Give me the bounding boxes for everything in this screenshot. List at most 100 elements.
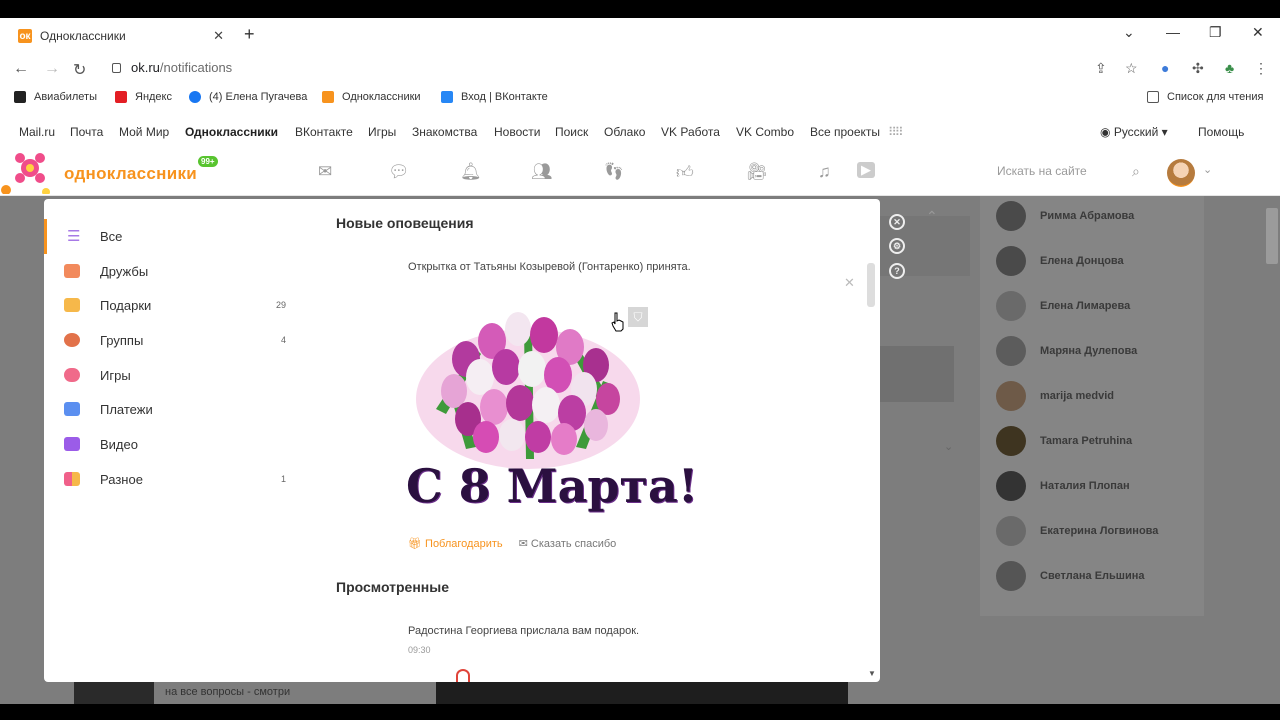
bookmarks-bar: Авиабилеты Яндекс (4) Елена Пугачева Одн… <box>0 88 1280 110</box>
portal-link[interactable]: VK Combo <box>736 125 794 139</box>
bookmark-label: Вход | ВКонтакте <box>461 91 548 103</box>
help-link[interactable]: Помощь <box>1198 125 1244 139</box>
tab-search-icon[interactable]: ⌄ <box>1123 24 1135 41</box>
thank-button[interactable]: 🎁︎ Поблагодарить <box>408 537 503 550</box>
bookmark-item[interactable]: (4) Елена Пугачева <box>189 91 307 103</box>
video-icon[interactable]: 🎥︎ <box>746 162 768 182</box>
bookmark-star-icon[interactable]: ☆ <box>1125 60 1138 77</box>
browser-tab[interactable]: ок Одноклассники ✕ <box>8 22 234 50</box>
menu-item-misc[interactable]: Разное 1 <box>44 462 304 497</box>
portal-link[interactable]: Знакомства <box>412 125 477 139</box>
say-thanks-button[interactable]: ✉ Сказать спасибо <box>519 537 617 550</box>
menu-item-all[interactable]: ☰ Все <box>44 219 304 254</box>
bookmark-item[interactable]: Авиабилеты <box>14 91 97 103</box>
facebook-icon <box>189 91 201 103</box>
events-like-icon[interactable]: 👍︎ <box>676 162 694 183</box>
friend-item[interactable]: Елена Лимарева <box>996 291 1130 321</box>
say-thanks-label: Сказать спасибо <box>530 538 617 550</box>
chevron-up-icon[interactable]: ⌃ <box>926 208 938 225</box>
address-bar: ← → ↻ ok.ru/notifications ⇪ ☆ ● ✣ ♣ ⋮ <box>0 52 1280 84</box>
wallet-icon <box>64 402 80 417</box>
friends-icon[interactable]: 👥︎ <box>531 162 553 182</box>
portal-link[interactable]: Все проекты <box>810 125 880 139</box>
menu-item-label: Видео <box>100 436 138 452</box>
portal-link[interactable]: Одноклассники <box>185 125 278 139</box>
language-label: Русский <box>1113 125 1159 139</box>
avatar <box>996 336 1026 366</box>
url-field[interactable]: ok.ru/notifications <box>112 60 232 75</box>
friend-item[interactable]: Екатерина Логвинова <box>996 516 1158 546</box>
reload-icon[interactable]: ↻ <box>73 60 86 80</box>
bookmark-item[interactable]: Вход | ВКонтакте <box>441 91 548 103</box>
browser-menu-icon[interactable]: ⋮ <box>1254 60 1268 77</box>
guests-icon[interactable]: 👣︎ <box>603 162 625 182</box>
share-icon[interactable]: ⇪ <box>1095 60 1107 77</box>
grid-icon <box>64 471 80 486</box>
bookmark-item[interactable]: Яндекс <box>115 91 172 103</box>
close-icon[interactable]: ✕ <box>889 214 905 230</box>
close-window-button[interactable]: ✕ <box>1252 24 1264 41</box>
friend-item[interactable]: Наталия Плопан <box>996 471 1130 501</box>
scroll-down-arrow-icon[interactable]: ▼ <box>868 669 876 678</box>
extensions-puzzle-icon[interactable]: ✣ <box>1192 60 1204 77</box>
profile-extension-icon[interactable]: ♣ <box>1225 60 1234 76</box>
back-icon[interactable]: ← <box>13 60 29 78</box>
new-tab-button[interactable]: + <box>244 24 255 45</box>
portal-link[interactable]: Облако <box>604 125 645 139</box>
language-select[interactable]: ◉ Русский ▾ <box>1100 125 1168 139</box>
friend-item[interactable]: Римма Абрамова <box>996 201 1134 231</box>
menu-item-friendships[interactable]: Дружбы <box>44 254 304 289</box>
music-icon[interactable]: ♫ <box>818 162 831 182</box>
bookmark-label: Авиабилеты <box>34 91 98 103</box>
user-avatar[interactable] <box>1167 159 1195 187</box>
menu-item-label: Группы <box>100 332 144 348</box>
portal-link[interactable]: VK Работа <box>661 125 720 139</box>
postcard-notification-text: Открытка от Татьяны Козыревой (Гонтаренк… <box>408 261 691 273</box>
chevron-down-icon[interactable]: ⌄ <box>1203 163 1212 176</box>
friend-item[interactable]: Tamara Petruhina <box>996 426 1132 456</box>
ok-logo[interactable]: одноклассники 99+ <box>1 150 218 194</box>
restore-button[interactable]: ❐ <box>1209 24 1222 41</box>
modal-scrollbar[interactable] <box>867 263 875 307</box>
friend-item[interactable]: Елена Донцова <box>996 246 1124 276</box>
bookmark-item[interactable]: Одноклассники <box>322 91 421 103</box>
page-scrollbar[interactable] <box>1266 208 1278 264</box>
extension-icon[interactable]: ● <box>1161 60 1169 76</box>
friend-name: Наталия Плопан <box>1040 480 1130 492</box>
portal-link[interactable]: Новости <box>494 125 540 139</box>
menu-item-video[interactable]: Видео <box>44 427 304 462</box>
search-icon[interactable]: ⌕ <box>1132 163 1140 180</box>
minimize-button[interactable]: — <box>1166 24 1180 40</box>
background-image <box>436 682 848 704</box>
reading-list[interactable]: Список для чтения <box>1147 91 1263 103</box>
friend-item[interactable]: marija medvid <box>996 381 1114 411</box>
portal-link[interactable]: Поиск <box>555 125 588 139</box>
help-icon[interactable]: ? <box>889 263 905 279</box>
notifications-bell-icon[interactable]: 🔔︎ <box>460 162 482 182</box>
menu-item-games[interactable]: Игры <box>44 358 304 393</box>
messages-icon[interactable]: ✉ <box>318 162 332 182</box>
portal-link[interactable]: Игры <box>368 125 396 139</box>
portal-link[interactable]: Мой Мир <box>119 125 169 139</box>
close-tab-icon[interactable]: ✕ <box>213 28 224 44</box>
menu-item-gifts[interactable]: Подарки 29 <box>44 288 304 323</box>
menu-item-payments[interactable]: Платежи <box>44 392 304 427</box>
menu-item-label: Все <box>100 228 123 244</box>
settings-icon[interactable]: ⚙ <box>889 238 905 254</box>
portal-link[interactable]: Mail.ru <box>19 125 55 139</box>
dismiss-notification-icon[interactable]: ✕ <box>844 275 855 291</box>
menu-item-groups[interactable]: Группы 4 <box>44 323 304 358</box>
forward-icon[interactable]: → <box>44 60 60 78</box>
friend-item[interactable]: Светлана Ельшина <box>996 561 1144 591</box>
discussions-icon[interactable]: 💬︎ <box>388 162 410 182</box>
all-projects-grid-icon[interactable]: ⠿⠿ <box>888 125 904 139</box>
site-search-input[interactable]: Искать на сайте <box>997 164 1087 178</box>
url-domain: ok.ru <box>131 60 160 75</box>
save-postcard-icon[interactable]: ⛉ <box>628 307 648 327</box>
portal-link[interactable]: Почта <box>70 125 103 139</box>
gamepad-icon <box>64 367 80 382</box>
portal-link[interactable]: ВКонтакте <box>295 125 353 139</box>
friend-item[interactable]: Маряна Дулепова <box>996 336 1137 366</box>
ok-favicon-icon: ок <box>18 29 32 43</box>
video-play-icon[interactable]: ▶ <box>857 162 875 178</box>
